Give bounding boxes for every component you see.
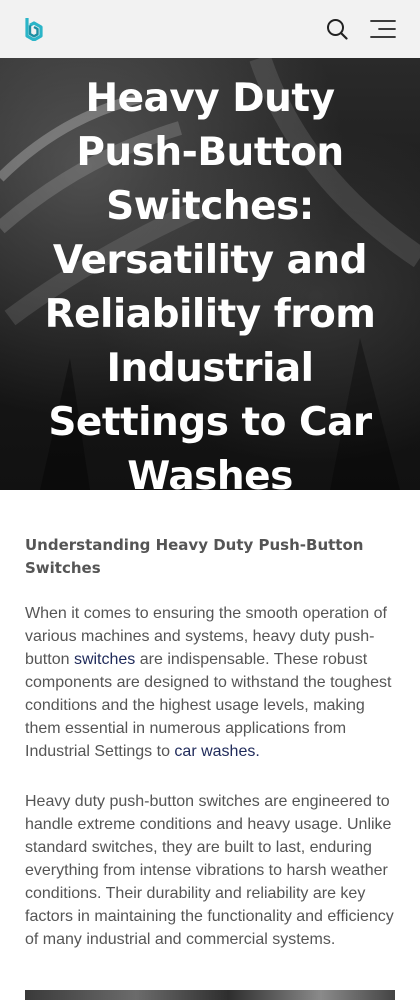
hero-banner: Heavy Duty Push-Button Switches: Versati… [0, 58, 420, 490]
switches-link[interactable]: switches [74, 651, 135, 668]
search-icon[interactable] [326, 18, 348, 40]
article-image [25, 990, 395, 1000]
car-washes-link[interactable]: car washes. [174, 743, 259, 760]
article-body: Understanding Heavy Duty Push-Button Swi… [25, 534, 395, 978]
paragraph-intro: When it comes to ensuring the smooth ope… [25, 602, 395, 763]
brand-logo-icon[interactable] [24, 17, 44, 41]
section-heading: Understanding Heavy Duty Push-Button Swi… [25, 536, 364, 577]
site-header [0, 0, 420, 58]
header-actions [326, 18, 396, 40]
hamburger-menu-icon[interactable] [370, 19, 396, 39]
page-title: Heavy Duty Push-Button Switches: Versati… [44, 76, 376, 490]
paragraph-details: Heavy duty push-button switches are engi… [25, 793, 394, 948]
